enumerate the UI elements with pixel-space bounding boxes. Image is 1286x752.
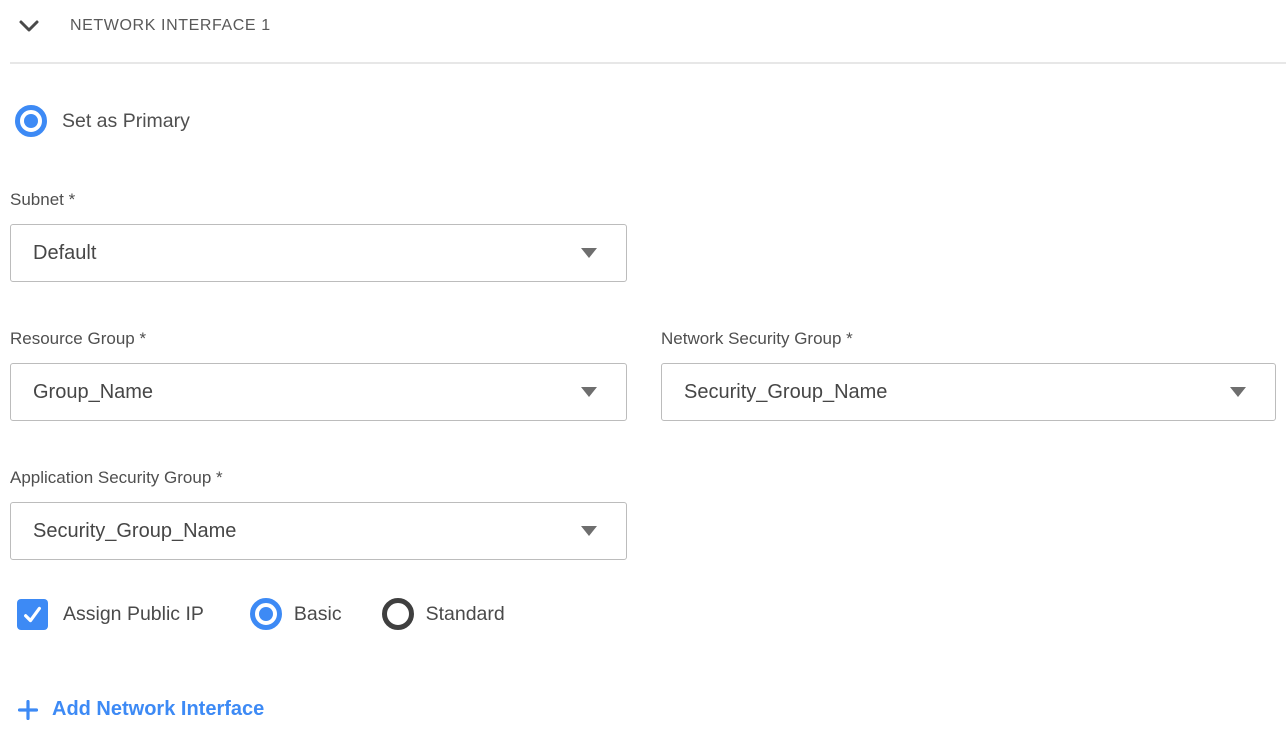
dropdown-caret-icon [581, 387, 597, 397]
section-divider [10, 62, 1286, 64]
set-as-primary-label: Set as Primary [62, 110, 190, 133]
basic-radio-label: Basic [294, 603, 342, 626]
group-fields-row: Resource Group * Group_Name Network Secu… [10, 329, 1286, 421]
dropdown-caret-icon [581, 248, 597, 258]
network-security-group-select[interactable]: Security_Group_Name [661, 363, 1276, 421]
dropdown-caret-icon [1230, 387, 1246, 397]
checkmark-icon [20, 602, 45, 627]
application-security-group-field: Application Security Group * Security_Gr… [10, 468, 1286, 560]
subnet-field: Subnet * Default [10, 190, 1286, 282]
resource-group-field: Resource Group * Group_Name [10, 329, 627, 421]
set-as-primary-radio[interactable] [15, 105, 47, 137]
application-security-group-select[interactable]: Security_Group_Name [10, 502, 627, 560]
add-network-interface-label: Add Network Interface [52, 698, 264, 721]
set-as-primary-row: Set as Primary [15, 104, 1286, 138]
collapse-section-button[interactable] [18, 18, 40, 34]
resource-group-select[interactable]: Group_Name [10, 363, 627, 421]
standard-radio[interactable] [382, 598, 414, 630]
subnet-selected-value: Default [33, 242, 96, 265]
assign-public-ip-checkbox[interactable] [17, 599, 48, 630]
subnet-label: Subnet * [10, 190, 1286, 211]
application-security-group-selected-value: Security_Group_Name [33, 520, 236, 543]
network-security-group-selected-value: Security_Group_Name [684, 381, 887, 404]
public-ip-options-row: Assign Public IP Basic Standard [17, 596, 1286, 632]
network-interface-section: NETWORK INTERFACE 1 Set as Primary Subne… [0, 0, 1286, 725]
resource-group-label: Resource Group * [10, 329, 627, 350]
plus-icon [18, 700, 38, 720]
application-security-group-label: Application Security Group * [10, 468, 1286, 489]
network-security-group-label: Network Security Group * [661, 329, 1276, 350]
resource-group-selected-value: Group_Name [33, 381, 153, 404]
standard-radio-label: Standard [426, 603, 505, 626]
subnet-select[interactable]: Default [10, 224, 627, 282]
dropdown-caret-icon [581, 526, 597, 536]
add-network-interface-button[interactable]: Add Network Interface [18, 698, 264, 721]
network-security-group-field: Network Security Group * Security_Group_… [661, 329, 1276, 421]
section-header: NETWORK INTERFACE 1 [10, 0, 1286, 38]
section-title: NETWORK INTERFACE 1 [70, 17, 271, 35]
basic-radio[interactable] [250, 598, 282, 630]
chevron-down-icon [18, 19, 40, 33]
assign-public-ip-label: Assign Public IP [63, 603, 204, 626]
